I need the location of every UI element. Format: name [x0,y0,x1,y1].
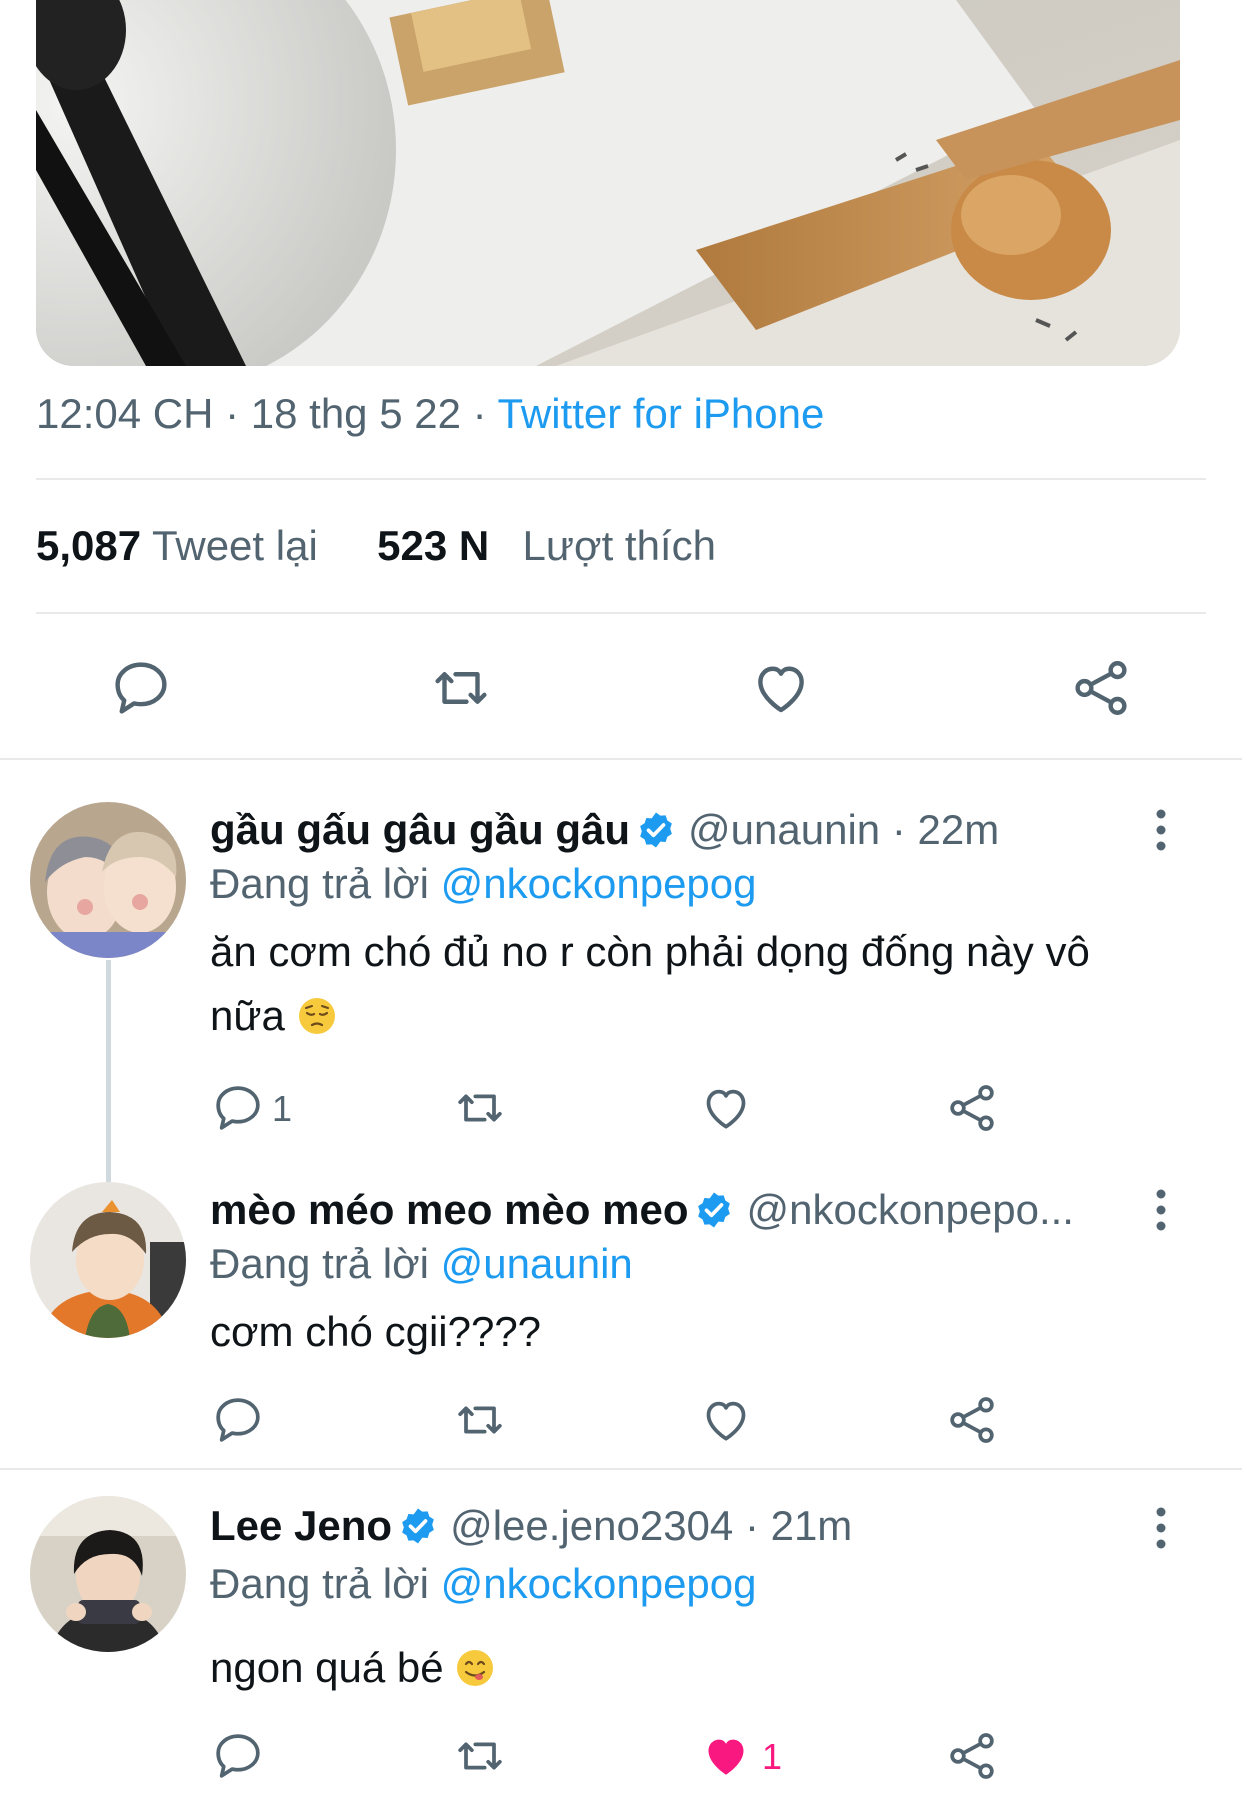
like-stat[interactable]: 523 N Lượt thích [377,522,716,569]
verified-badge-icon [698,1192,731,1228]
reply-button[interactable] [210,1392,266,1448]
avatar-image [30,1182,186,1338]
comment-icon [216,1398,260,1442]
like-label: Lượt thích [522,522,716,569]
comment-icon [216,1734,260,1778]
pensive-face-emoji [298,998,335,1034]
retweet-button[interactable] [428,655,494,721]
retweet-label: Tweet lại [152,522,318,569]
heart-filled-icon [708,1739,744,1775]
share-button[interactable] [944,1392,1000,1448]
reply-text-fragment: nữa [210,992,285,1039]
retweet-button[interactable] [452,1080,508,1136]
reply-count: 1 [272,1088,293,1129]
handle-and-time[interactable]: @nkockonpepo... [746,1186,1074,1234]
heart-icon [706,1401,746,1441]
like-button[interactable] [698,1392,754,1448]
like-count: 1 [762,1736,783,1777]
heart-icon [758,666,804,713]
comment-icon [115,662,167,714]
mention-link[interactable]: @unaunin [441,1240,633,1287]
reply-button[interactable] [210,1080,266,1136]
tweet-action-bar [0,655,1242,721]
like-button[interactable] [748,655,814,721]
replying-label: Đang trả lời [210,1560,429,1607]
share-button[interactable] [1068,655,1134,721]
retweet-icon [458,1742,502,1770]
like-button-active[interactable] [698,1728,754,1784]
comment-icon [216,1086,260,1130]
avatar-image [30,1496,186,1652]
reply-header: mèo méo meo mèo meo @nkockonpepo... [210,1186,1074,1234]
section-divider [0,1468,1242,1470]
replying-label: Đang trả lời [210,1240,429,1287]
photo-illustration [36,0,1180,366]
handle-and-time[interactable]: @lee.jeno2304 · 21m [450,1502,852,1550]
mention-link[interactable]: @nkockonpepog [441,1560,757,1607]
avatar[interactable] [30,802,186,958]
more-options-button[interactable] [1148,1188,1174,1232]
tweet-meta: 12:04 CH · 18 thg 5 22 · Twitter for iPh… [36,390,824,438]
more-vertical-icon [1156,1189,1166,1231]
display-name[interactable]: mèo méo meo mèo meo [210,1186,688,1234]
divider [36,612,1206,614]
more-vertical-icon [1156,809,1166,851]
avatar[interactable] [30,1182,186,1338]
retweet-icon [458,1094,502,1122]
section-divider [0,758,1242,760]
retweet-button[interactable] [452,1728,508,1784]
reply-text-line: ăn cơm chó đủ no r còn phải dọng đống nà… [210,928,1090,975]
mention-link[interactable]: @nkockonpepog [441,860,757,907]
share-button[interactable] [944,1080,1000,1136]
replying-to: Đang trả lời @unaunin [210,1240,633,1288]
retweet-icon [435,672,487,704]
reply-button[interactable] [108,655,174,721]
reply-text-fragment: ngon quá bé [210,1644,444,1691]
replying-label: Đang trả lời [210,860,429,907]
thread-connector [106,960,111,1182]
reply-text-line: nữa [210,984,1170,1048]
meta-separator: · [472,390,498,437]
reply-button[interactable] [210,1728,266,1784]
tweet-date: 18 thg 5 22 [250,390,461,437]
like-count: 523 N [377,522,490,569]
yum-face-emoji [457,1650,494,1686]
avatar[interactable] [30,1496,186,1652]
display-name[interactable]: Lee Jeno [210,1502,392,1550]
retweet-count: 5,087 [36,522,142,569]
share-icon [950,1085,994,1131]
share-icon [950,1397,994,1443]
reply-header: Lee Jeno @lee.jeno2304 · 21m [210,1502,852,1550]
divider [36,478,1206,480]
reply-text: ăn cơm chó đủ no r còn phải dọng đống nà… [210,920,1170,1048]
meta-separator: · [225,390,251,437]
more-options-button[interactable] [1148,808,1174,852]
like-button[interactable] [698,1080,754,1136]
verified-badge-icon [640,812,672,848]
share-icon [1075,661,1127,715]
avatar-image [30,802,186,958]
more-options-button[interactable] [1148,1506,1174,1550]
tweet-photo[interactable] [36,0,1180,366]
verified-badge-icon [402,1508,434,1544]
tweet-source-link[interactable]: Twitter for iPhone [498,390,825,437]
replying-to: Đang trả lời @nkockonpepog [210,1560,757,1608]
handle-and-time[interactable]: @unaunin · 22m [688,806,999,854]
retweet-button[interactable] [452,1392,508,1448]
display-name[interactable]: gầu gấu gâu gầu gâu [210,806,630,854]
tweet-time: 12:04 CH [36,390,214,437]
share-icon [950,1733,994,1779]
retweet-icon [458,1406,502,1434]
more-vertical-icon [1156,1507,1166,1549]
share-button[interactable] [944,1728,1000,1784]
reply-header: gầu gấu gâu gầu gâu @unaunin · 22m [210,806,999,854]
reply-text: ngon quá bé [210,1636,1170,1700]
replying-to: Đang trả lời @nkockonpepog [210,860,757,908]
tweet-stats: 5,087 Tweet lại 523 N Lượt thích [36,522,716,570]
retweet-stat[interactable]: 5,087 Tweet lại [36,522,329,569]
reply-text: cơm chó cgii???? [210,1308,542,1355]
heart-icon [706,1089,746,1129]
